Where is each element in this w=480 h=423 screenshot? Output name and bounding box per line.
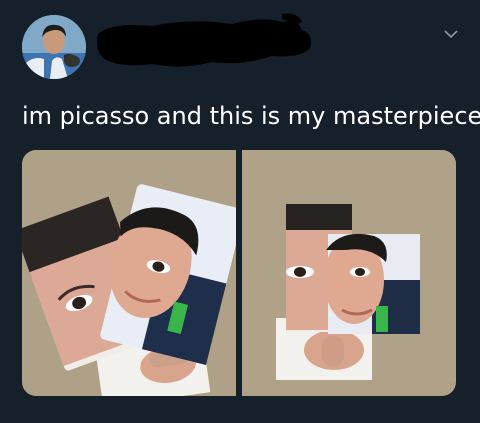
avatar[interactable] xyxy=(22,15,86,79)
tweet-media[interactable] xyxy=(22,150,456,396)
tweet-photo-left[interactable] xyxy=(22,150,236,396)
redacted-username xyxy=(92,12,318,72)
tweet-text: im picasso and this is my masterpiece xyxy=(22,102,480,130)
avatar-image xyxy=(22,15,86,79)
chevron-down-icon[interactable] xyxy=(442,26,460,40)
tweet-photo-right[interactable] xyxy=(242,150,456,396)
